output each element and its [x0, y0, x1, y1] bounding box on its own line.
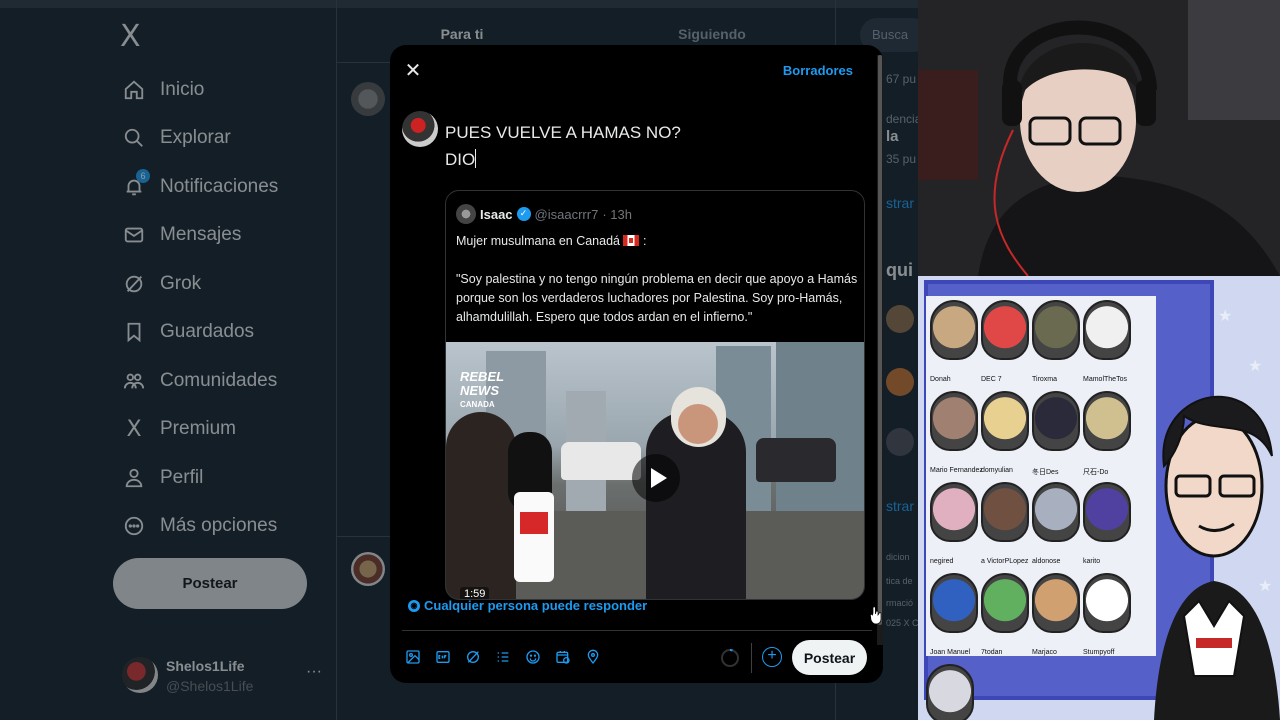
close-icon[interactable]: ✕	[402, 59, 424, 81]
subscriber-avatar	[1083, 300, 1131, 360]
subscriber-name: karito	[1083, 558, 1101, 565]
x-app: X Inicio Explorar 6 Notificaciones Mensa…	[0, 0, 930, 720]
subscriber-avatar	[930, 482, 978, 542]
subscriber-name: 尺石-Do	[1083, 469, 1109, 476]
quoted-post-text: Mujer musulmana en Canadá : "Soy palesti…	[456, 232, 861, 346]
subscriber-name: 7todan	[981, 649, 1003, 656]
star-icon: ★	[1218, 306, 1233, 325]
quoted-line-suffix: :	[642, 234, 647, 248]
character-count-ring	[721, 649, 739, 667]
avatar	[456, 204, 476, 224]
quoted-post[interactable]: Isaac ✓ @isaacrrr7 · 13h Mujer musulmana…	[445, 190, 865, 600]
add-post-button[interactable]: +	[762, 647, 782, 667]
subscriber-name: a VictorPLopez	[981, 558, 1029, 565]
subscriber-avatar	[981, 573, 1029, 633]
subscriber-avatar	[1032, 482, 1080, 542]
scrollbar-thumb[interactable]	[878, 55, 882, 625]
mouse-cursor-icon	[870, 606, 882, 624]
emoji-icon[interactable]	[524, 648, 542, 666]
canada-flag-icon	[623, 235, 640, 246]
divider	[402, 630, 872, 631]
post-button[interactable]: Postear	[792, 640, 867, 675]
cartoon-character-image	[1154, 395, 1280, 720]
streamer-webcam-image	[918, 0, 1280, 276]
poll-icon[interactable]	[494, 648, 512, 666]
compose-modal: ✕ Borradores PUES VUELVE A HAMAS NO? DIO…	[390, 45, 883, 683]
compose-textarea[interactable]: PUES VUELVE A HAMAS NO? DIO	[445, 119, 681, 173]
gif-icon[interactable]	[434, 648, 452, 666]
avatar	[402, 111, 438, 147]
quoted-body: "Soy palestina y no tengo ningún problem…	[456, 272, 858, 324]
quoted-post-time: · 13h	[602, 206, 632, 222]
subscriber-name: Marjaco	[1032, 649, 1057, 656]
subscriber-name: Joan Manuel	[930, 649, 971, 656]
subscriber-avatar	[1032, 300, 1080, 360]
subscriber-avatar	[981, 482, 1029, 542]
subscriber-name: Donah	[930, 376, 951, 383]
subscriber-name: DEC 7	[981, 376, 1002, 383]
subscriber-avatar	[1083, 482, 1131, 542]
subscriber-avatar	[1083, 573, 1131, 633]
brand-subtext: CANADA	[460, 400, 495, 409]
subscriber-name: MamolTheTos	[1083, 376, 1127, 383]
subscriber-avatar	[930, 573, 978, 633]
grok-icon[interactable]	[464, 648, 482, 666]
subscriber-avatar	[930, 391, 978, 451]
video-brand-logo: REBEL NEWS CANADA	[460, 369, 516, 410]
subscriber-name: Tiroxma	[1032, 376, 1058, 383]
subscriber-avatar	[1032, 391, 1080, 451]
scrollbar[interactable]	[877, 55, 883, 645]
globe-icon: ◉	[408, 599, 420, 612]
quoted-line: Mujer musulmana en Canadá	[456, 234, 620, 248]
subscriber-name: negired	[930, 558, 954, 565]
video-player[interactable]: REBEL NEWS CANADA 1:59	[446, 342, 864, 599]
quoted-author-name: Isaac	[480, 206, 513, 222]
reply-permission-label: Cualquier persona puede responder	[424, 598, 648, 613]
subscriber-name: domyulian	[981, 467, 1013, 474]
text-cursor	[475, 149, 477, 168]
video-frame-decoration	[776, 342, 864, 521]
drafts-button[interactable]: Borradores	[783, 63, 853, 78]
star-icon: ★	[1248, 356, 1263, 375]
toolbar-separator	[751, 643, 752, 673]
reply-permission-button[interactable]: ◉ Cualquier persona puede responder	[408, 598, 647, 613]
quoted-post-header: Isaac ✓ @isaacrrr7 · 13h	[456, 203, 632, 225]
subscriber-avatar	[981, 391, 1029, 451]
play-icon[interactable]	[632, 454, 680, 502]
verified-badge-icon: ✓	[516, 207, 531, 221]
video-frame-decoration	[561, 442, 641, 480]
subscriber-name: Mario Fernandez	[930, 467, 983, 474]
webcam-overlay	[918, 0, 1280, 276]
video-frame-decoration	[678, 404, 718, 444]
compose-toolbar	[404, 648, 602, 668]
subscriber-name: 冬日Des	[1032, 469, 1059, 476]
media-icon[interactable]	[404, 648, 422, 666]
location-icon[interactable]	[584, 648, 602, 666]
subscriber-avatar	[930, 300, 978, 360]
brand-text: REBEL NEWS	[460, 369, 504, 398]
video-frame-decoration	[756, 438, 836, 482]
subscriber-name: aldonose	[1032, 558, 1061, 565]
subscriber-avatar	[1083, 391, 1131, 451]
subscriber-avatar	[926, 664, 974, 720]
microphone-icon	[508, 432, 554, 582]
subscriber-avatar	[981, 300, 1029, 360]
stream-overlay-panel: ★ ★ ★ ★ DonahDEC 7TiroxmaMamolTheTosMari…	[918, 276, 1280, 720]
compose-line: PUES VUELVE A HAMAS NO?	[445, 123, 681, 142]
schedule-icon[interactable]	[554, 648, 572, 666]
screen: X Inicio Explorar 6 Notificaciones Mensa…	[0, 0, 1280, 720]
compose-line: DIO	[445, 150, 476, 169]
subscriber-avatar	[1032, 573, 1080, 633]
subscriber-name: Stumpyoff	[1083, 649, 1115, 656]
quoted-author-handle: @isaacrrr7	[534, 206, 599, 222]
subscriber-grid: Donah DEC 7 Tiroxma MamolTheTos Mario Fernan…	[926, 296, 1156, 720]
